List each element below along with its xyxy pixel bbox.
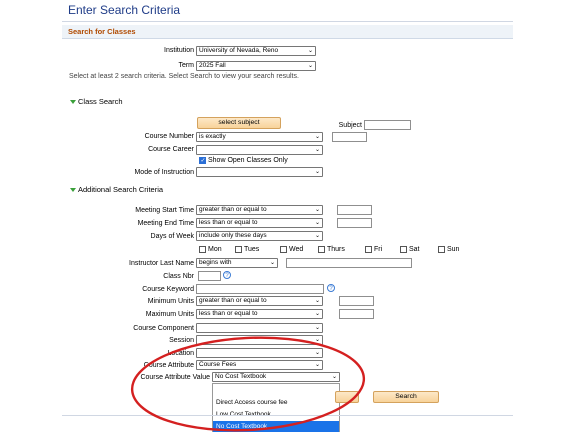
annotation-circle: [130, 336, 366, 432]
annotation-overlay: [130, 336, 366, 432]
